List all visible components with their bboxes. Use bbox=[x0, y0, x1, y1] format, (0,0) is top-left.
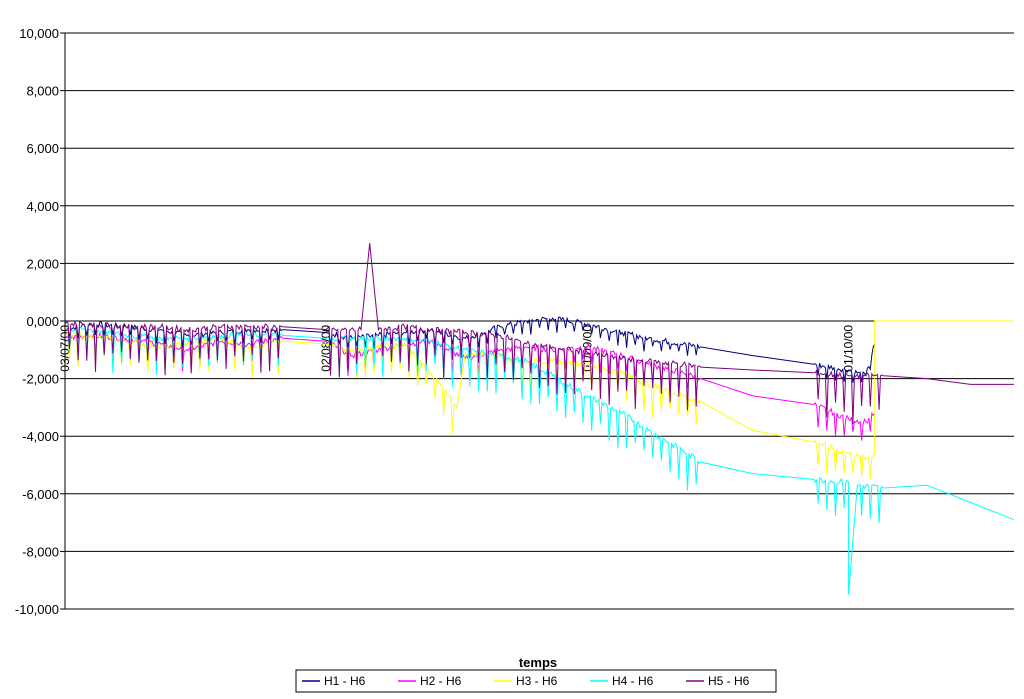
y-tick-label: -4,000 bbox=[22, 429, 59, 444]
y-tick-label: 2,000 bbox=[26, 256, 59, 271]
legend-label: H5 - H6 bbox=[708, 674, 750, 688]
y-tick-label: -10,000 bbox=[15, 602, 59, 617]
y-tick-label: 6,000 bbox=[26, 141, 59, 156]
legend-label: H4 - H6 bbox=[612, 674, 654, 688]
y-tick-label: 4,000 bbox=[26, 199, 59, 214]
x-axis-label: temps bbox=[519, 655, 557, 670]
legend-label: H3 - H6 bbox=[516, 674, 558, 688]
x-tick-label: 01/10/00 bbox=[842, 325, 856, 372]
legend: H1 - H6 H2 - H6 H3 - H6 H4 - H6 H5 - H6 bbox=[295, 669, 777, 693]
y-tick-label: 8,000 bbox=[26, 84, 59, 99]
y-tick-label: 10,000 bbox=[19, 26, 59, 41]
y-tick-label: -2,000 bbox=[22, 372, 59, 387]
chart: 10,000 8,000 6,000 4,000 2,000 0,000 -2,000 -4,… bbox=[0, 0, 1024, 699]
y-tick-label: 0,000 bbox=[26, 314, 59, 329]
legend-label: H1 - H6 bbox=[324, 674, 366, 688]
y-tick-label: -6,000 bbox=[22, 487, 59, 502]
legend-label: H2 - H6 bbox=[420, 674, 462, 688]
y-tick-label: -8,000 bbox=[22, 544, 59, 559]
